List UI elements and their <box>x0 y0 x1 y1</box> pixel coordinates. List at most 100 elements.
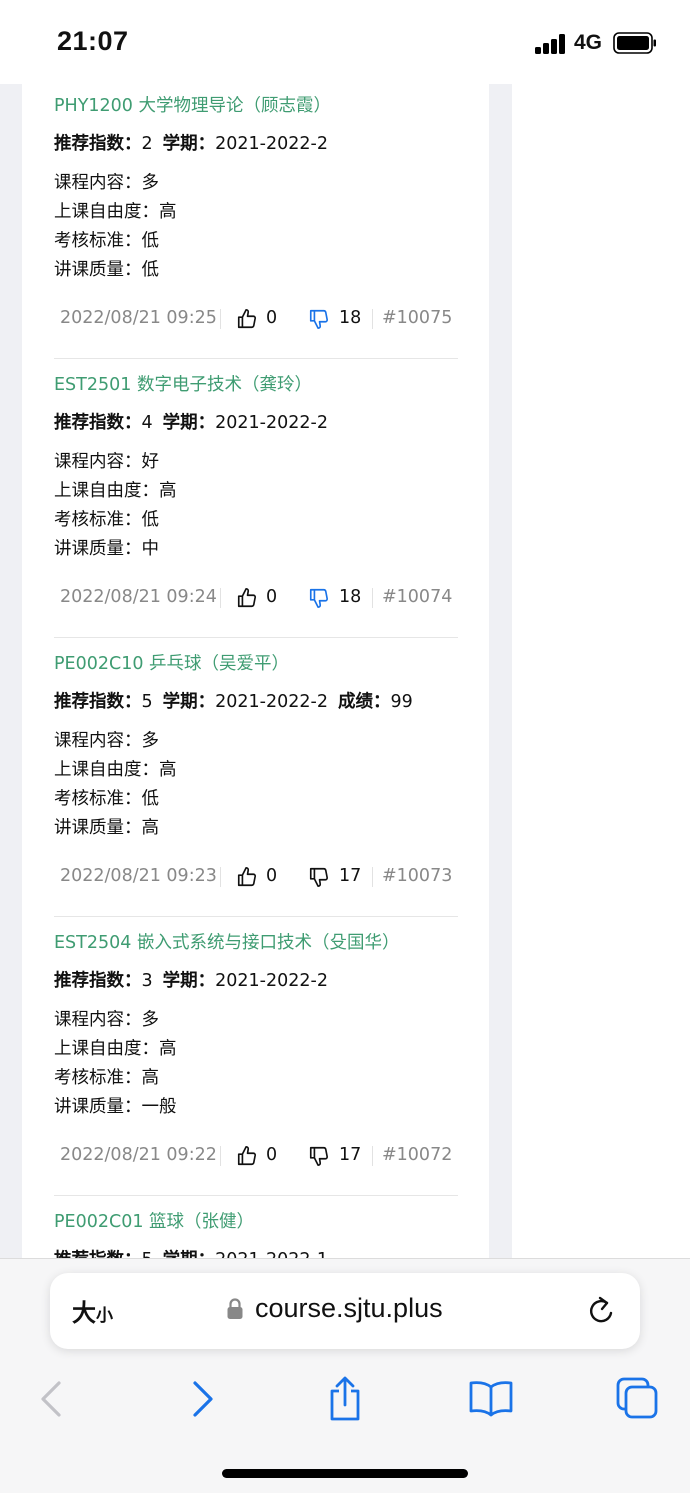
rating-item: 考核标准：低 <box>54 510 159 530</box>
term-label: 学期： <box>162 413 216 433</box>
review-footer: 2022/08/21 09:23 0 17 #10073 <box>54 866 458 890</box>
rating-item: 课程内容：多 <box>54 731 159 751</box>
rating-list: 课程内容：多 上课自由度：高 考核标准：低 讲课质量：高 <box>54 727 177 843</box>
term-value: 2021-2022-2 <box>215 971 328 991</box>
term-label: 学期： <box>163 1250 216 1258</box>
forward-icon[interactable] <box>176 1375 226 1423</box>
rating-item: 考核标准：高 <box>54 1068 159 1088</box>
url-text[interactable]: course.sjtu.plus <box>255 1293 443 1324</box>
score-value: 3 <box>141 971 153 991</box>
thumbs-up-icon[interactable] <box>236 1145 258 1167</box>
review-id: #10075 <box>382 308 453 328</box>
course-title-link[interactable]: PHY1200 大学物理导论（顾志霞） <box>54 92 331 117</box>
rating-item: 课程内容：好 <box>54 452 159 472</box>
term-label: 学期： <box>162 971 216 991</box>
review-meta: 推荐指数：2 学期：2021-2022-2 <box>54 130 328 155</box>
battery-icon <box>613 32 656 54</box>
course-title-link[interactable]: EST2504 嵌入式系统与接口技术（殳国华） <box>54 929 399 954</box>
term-value: 2021-2022-1 <box>215 1250 328 1258</box>
score-label: 推荐指数： <box>54 413 142 433</box>
grade-value: 99 <box>390 692 413 712</box>
status-time: 21:07 <box>57 26 129 56</box>
home-indicator <box>222 1469 468 1478</box>
review-date: 2022/08/21 09:24 <box>60 587 217 607</box>
page-gutter <box>489 84 512 1258</box>
divider <box>220 309 221 329</box>
signal-icon <box>535 34 567 54</box>
reload-icon[interactable] <box>586 1295 616 1327</box>
address-bar[interactable]: 大小 course.sjtu.plus <box>50 1273 640 1349</box>
divider <box>372 867 373 887</box>
dislike-count: 17 <box>339 866 362 886</box>
status-bar: 21:07 4G <box>0 0 690 84</box>
bookmarks-icon[interactable] <box>466 1375 516 1423</box>
divider <box>220 588 221 608</box>
rating-item: 讲课质量：一般 <box>54 1097 177 1117</box>
term-value: 2021-2022-2 <box>215 692 328 712</box>
course-title-link[interactable]: PE002C01 篮球（张健） <box>54 1208 254 1233</box>
review-id: #10072 <box>382 1145 453 1165</box>
rating-item: 讲课质量：低 <box>54 260 159 280</box>
divider <box>220 1146 221 1166</box>
network-type: 4G <box>574 31 603 54</box>
review-date: 2022/08/21 09:25 <box>60 308 217 328</box>
page-gutter <box>0 84 22 1258</box>
review-footer: 2022/08/21 09:25 0 18 #10075 <box>54 308 458 332</box>
review-meta: 推荐指数：5 学期：2021-2022-2 成绩：99 <box>54 688 413 713</box>
thumbs-down-icon[interactable] <box>308 866 330 888</box>
review-date: 2022/08/21 09:22 <box>60 1145 217 1165</box>
card-divider <box>54 637 458 638</box>
rating-item: 讲课质量：中 <box>54 539 159 559</box>
review-footer: 2022/08/21 09:24 0 18 #10074 <box>54 587 458 611</box>
thumbs-down-icon[interactable] <box>308 587 330 609</box>
score-label: 推荐指数： <box>54 1250 142 1258</box>
score-label: 推荐指数： <box>54 134 142 154</box>
rating-list: 课程内容：多 上课自由度：高 考核标准：低 讲课质量：低 <box>54 169 177 285</box>
thumbs-up-icon[interactable] <box>236 866 258 888</box>
term-value: 2021-2022-2 <box>215 413 328 433</box>
text-size-button[interactable]: 大小 <box>72 1293 113 1328</box>
share-icon[interactable] <box>320 1375 370 1423</box>
card-divider <box>54 916 458 917</box>
like-count: 0 <box>266 866 278 886</box>
card-divider <box>54 358 458 359</box>
thumbs-down-icon[interactable] <box>308 308 330 330</box>
course-title-link[interactable]: EST2501 数字电子技术（龚玲） <box>54 371 312 396</box>
web-page: PHY1200 大学物理导论（顾志霞） 推荐指数：2 学期：2021-2022-2… <box>0 84 690 1258</box>
browser-toolbar: 大小 course.sjtu.plus <box>0 1258 690 1493</box>
review-date: 2022/08/21 09:23 <box>60 866 217 886</box>
rating-item: 考核标准：低 <box>54 231 159 251</box>
review-footer: 2022/08/21 09:22 0 17 #10072 <box>54 1145 458 1169</box>
rating-item: 上课自由度：高 <box>54 481 177 501</box>
dislike-count: 18 <box>339 587 362 607</box>
divider <box>372 1146 373 1166</box>
score-value: 5 <box>142 1250 153 1258</box>
review-meta: 推荐指数：4 学期：2021-2022-2 <box>54 409 328 434</box>
review-feed: PHY1200 大学物理导论（顾志霞） 推荐指数：2 学期：2021-2022-2… <box>22 84 489 1258</box>
review-id: #10073 <box>382 866 453 886</box>
text-size-big: 大 <box>72 1299 96 1327</box>
rating-item: 考核标准：低 <box>54 789 159 809</box>
divider <box>372 588 373 608</box>
text-size-small: 小 <box>96 1306 113 1326</box>
thumbs-up-icon[interactable] <box>236 587 258 609</box>
score-value: 2 <box>141 134 153 154</box>
card-divider <box>54 1195 458 1196</box>
rating-list: 课程内容：好 上课自由度：高 考核标准：低 讲课质量：中 <box>54 448 177 564</box>
rating-item: 课程内容：多 <box>54 173 159 193</box>
rating-item: 上课自由度：高 <box>54 202 177 222</box>
divider <box>220 867 221 887</box>
like-count: 0 <box>266 587 278 607</box>
lock-icon <box>227 1298 243 1319</box>
back-icon[interactable] <box>28 1375 78 1423</box>
thumbs-down-icon[interactable] <box>308 1145 330 1167</box>
rating-list: 课程内容：多 上课自由度：高 考核标准：高 讲课质量：一般 <box>54 1006 177 1122</box>
dislike-count: 18 <box>339 308 362 328</box>
review-meta: 推荐指数：5 学期：2021-2022-1 <box>54 1246 328 1258</box>
course-title-link[interactable]: PE002C10 乒乓球（吴爱平） <box>54 650 289 675</box>
term-label: 学期： <box>162 134 216 154</box>
rating-item: 上课自由度：高 <box>54 1039 177 1059</box>
thumbs-up-icon[interactable] <box>236 308 258 330</box>
tabs-icon[interactable] <box>612 1375 662 1423</box>
score-value: 5 <box>141 692 153 712</box>
